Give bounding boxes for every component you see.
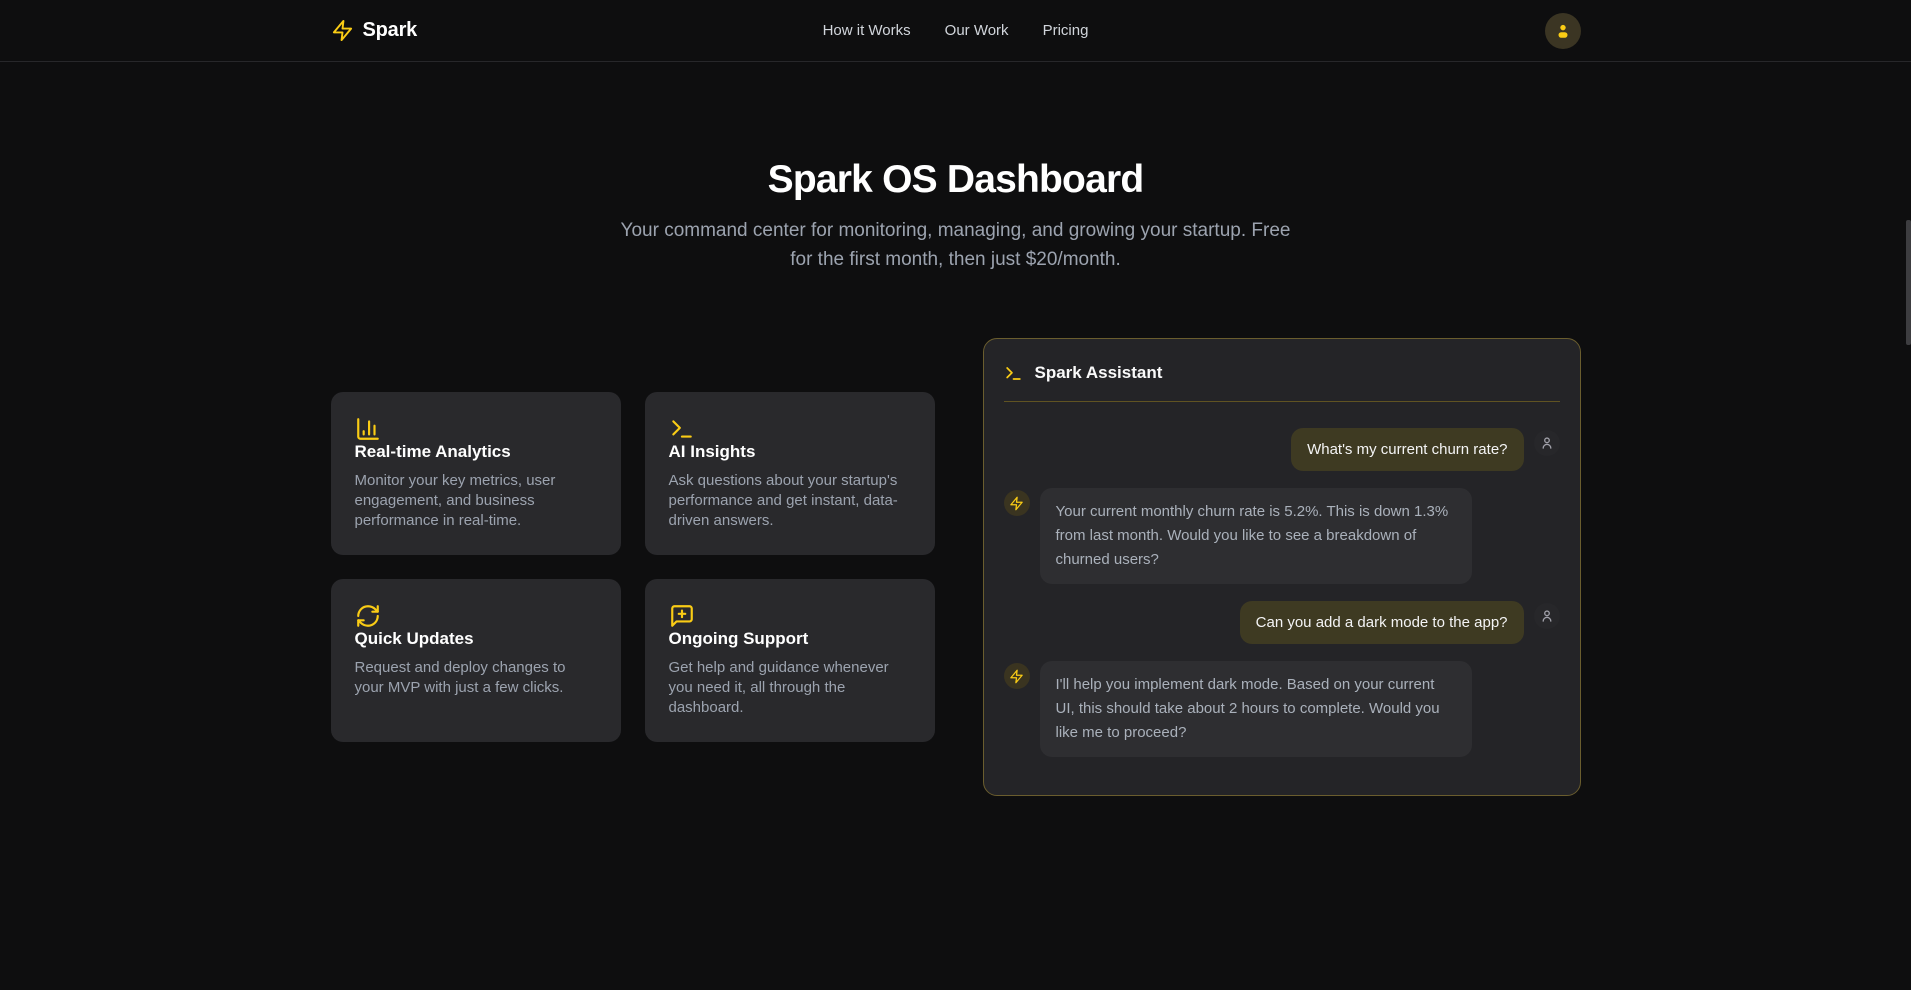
assistant-message-bubble: I'll help you implement dark mode. Based… (1040, 661, 1472, 757)
refresh-icon (355, 603, 597, 629)
message-square-plus-icon (669, 603, 911, 629)
nav-link-our-work[interactable]: Our Work (945, 22, 1009, 39)
nav-links: How it Works Our Work Pricing (823, 0, 1089, 61)
feature-description: Get help and guidance whenever you need … (669, 658, 911, 718)
feature-card-quick-updates: Quick Updates Request and deploy changes… (331, 579, 621, 742)
nav-link-pricing[interactable]: Pricing (1043, 22, 1089, 39)
feature-description: Monitor your key metrics, user engagemen… (355, 471, 597, 531)
top-nav: Spark How it Works Our Work Pricing (0, 0, 1911, 62)
feature-title: Ongoing Support (669, 629, 911, 649)
hero-section: Spark OS Dashboard Your command center f… (0, 62, 1911, 274)
chat-messages: What's my current churn rate? (1004, 428, 1560, 757)
features-grid: Real-time Analytics Monitor your key met… (331, 392, 935, 742)
assistant-header: Spark Assistant (1004, 363, 1560, 383)
zap-icon (1009, 496, 1024, 511)
main-content: Real-time Analytics Monitor your key met… (331, 338, 1581, 796)
scrollbar-thumb[interactable] (1906, 220, 1911, 345)
feature-card-real-time-analytics: Real-time Analytics Monitor your key met… (331, 392, 621, 555)
user-icon (1539, 608, 1555, 624)
nav-inner: Spark How it Works Our Work Pricing (331, 0, 1581, 61)
chat-message-row-user: Can you add a dark mode to the app? (1004, 601, 1560, 644)
assistant-avatar (1004, 490, 1030, 516)
zap-icon (1009, 669, 1024, 684)
feature-title: AI Insights (669, 442, 911, 462)
user-avatar (1534, 430, 1560, 456)
terminal-icon (1004, 364, 1023, 383)
chat-message-row-assistant: I'll help you implement dark mode. Based… (1004, 661, 1560, 757)
page-title: Spark OS Dashboard (0, 156, 1911, 204)
assistant-avatar (1004, 663, 1030, 689)
page-scrollbar[interactable] (1906, 0, 1911, 990)
feature-card-ongoing-support: Ongoing Support Get help and guidance wh… (645, 579, 935, 742)
feature-description: Request and deploy changes to your MVP w… (355, 658, 597, 698)
brand-logo[interactable]: Spark (331, 19, 418, 42)
account-avatar-button[interactable] (1545, 13, 1581, 49)
feature-description: Ask questions about your startup's perfo… (669, 471, 911, 531)
divider (1004, 401, 1560, 402)
spark-assistant-panel: Spark Assistant What's my current churn … (983, 338, 1581, 796)
feature-card-ai-insights: AI Insights Ask questions about your sta… (645, 392, 935, 555)
terminal-icon (669, 416, 911, 442)
user-avatar (1534, 603, 1560, 629)
feature-title: Real-time Analytics (355, 442, 597, 462)
chat-message-row-user: What's my current churn rate? (1004, 428, 1560, 471)
assistant-title: Spark Assistant (1035, 363, 1163, 383)
spark-logo-icon (331, 19, 354, 42)
nav-link-how-it-works[interactable]: How it Works (823, 22, 911, 39)
feature-title: Quick Updates (355, 629, 597, 649)
brand-name: Spark (363, 19, 418, 42)
user-message-bubble: Can you add a dark mode to the app? (1240, 601, 1524, 644)
user-message-bubble: What's my current churn rate? (1291, 428, 1523, 471)
bar-chart-icon (355, 416, 597, 442)
chat-message-row-assistant: Your current monthly churn rate is 5.2%.… (1004, 488, 1560, 584)
hero-subtitle: Your command center for monitoring, mana… (620, 216, 1292, 274)
user-icon (1539, 435, 1555, 451)
assistant-message-bubble: Your current monthly churn rate is 5.2%.… (1040, 488, 1472, 584)
user-icon (1554, 22, 1572, 40)
